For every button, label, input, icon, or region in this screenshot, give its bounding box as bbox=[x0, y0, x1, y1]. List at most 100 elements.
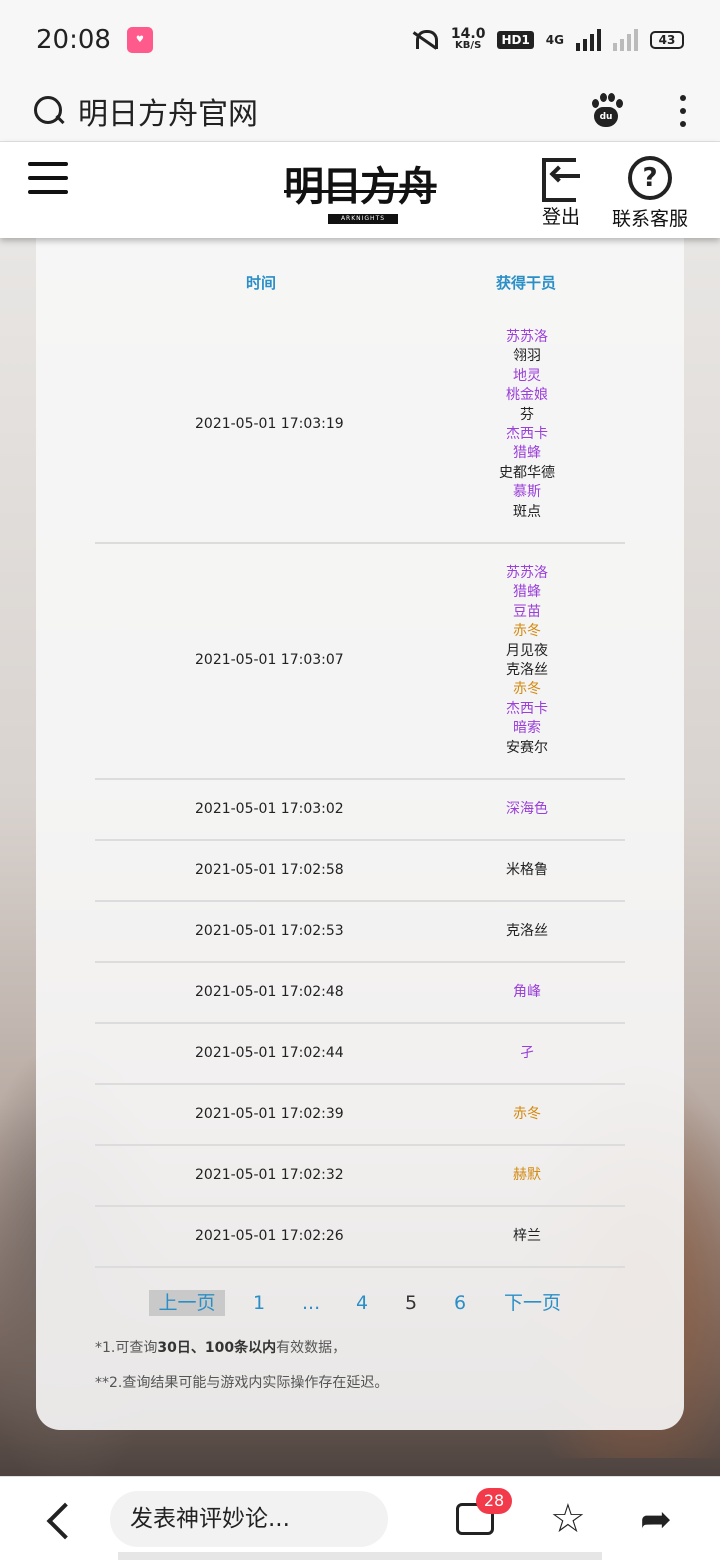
row-time: 2021-05-01 17:02:48 bbox=[195, 983, 344, 1000]
back-icon[interactable] bbox=[44, 1503, 72, 1539]
signal-strong-icon bbox=[576, 29, 601, 51]
row-operators: 深海色 bbox=[477, 800, 577, 819]
table-row: 2021-05-01 17:02:58 米格鲁 bbox=[95, 841, 625, 902]
note-1: *1.可查询30日、100条以内有效数据， bbox=[95, 1337, 346, 1357]
row-operators: 梓兰 bbox=[477, 1227, 577, 1246]
logout-button[interactable]: 登出 bbox=[540, 156, 582, 229]
operator-name: 赤冬 bbox=[513, 681, 541, 698]
signal-weak-icon bbox=[613, 29, 638, 51]
row-operators: 赤冬 bbox=[477, 1105, 577, 1124]
operator-name: 猎蜂 bbox=[513, 445, 541, 462]
operator-name: 猎蜂 bbox=[513, 584, 541, 601]
table-row: 2021-05-01 17:02:26 梓兰 bbox=[95, 1207, 625, 1268]
row-time: 2021-05-01 17:02:39 bbox=[195, 1105, 344, 1122]
page-4-link[interactable]: 4 bbox=[356, 1290, 368, 1316]
table-row: 2021-05-01 17:03:02 深海色 bbox=[95, 780, 625, 841]
logout-icon bbox=[540, 156, 582, 202]
operator-name: 深海色 bbox=[506, 800, 548, 817]
note-1-prefix: *1.可查询 bbox=[95, 1340, 158, 1356]
operator-name: 豆苗 bbox=[513, 603, 541, 620]
table-row: 2021-05-01 17:03:07 苏苏洛 猎蜂 豆苗 赤冬 月见夜 克洛丝 赤冬 杰西卡暗… bbox=[95, 544, 625, 780]
operator-name: 赤冬 bbox=[513, 623, 541, 640]
row-time: 2021-05-01 17:02:53 bbox=[195, 922, 344, 939]
help-icon: ? bbox=[628, 156, 672, 200]
column-header-operators: 获得干员 bbox=[496, 274, 557, 292]
prev-page-button[interactable]: 上一页 bbox=[149, 1290, 225, 1316]
status-time: 20:08 bbox=[36, 25, 111, 55]
net-speed: 14.0 KB/S bbox=[451, 27, 486, 52]
operator-name: 芬 bbox=[520, 406, 534, 423]
search-icon[interactable] bbox=[32, 94, 66, 128]
hd-badge: HD1 bbox=[497, 31, 534, 49]
row-operators: 孑 bbox=[477, 1044, 577, 1063]
row-operators: 米格鲁 bbox=[477, 861, 577, 880]
operator-name: 克洛丝 bbox=[506, 922, 548, 939]
operator-name: 赤冬 bbox=[513, 1105, 541, 1122]
battery-icon: 43 bbox=[650, 31, 684, 49]
row-time: 2021-05-01 17:02:58 bbox=[195, 861, 344, 878]
operator-name: 角峰 bbox=[513, 983, 541, 1000]
browser-search-bar[interactable]: 明日方舟官网 du bbox=[0, 80, 720, 142]
site-header: 明日方舟 ARKNIGHTS 登出 ? 联系客服 bbox=[0, 142, 720, 238]
operator-name: 赫默 bbox=[513, 1166, 541, 1183]
browser-bottom-bar: 发表神评妙论... ☆ ➦ bbox=[0, 1476, 720, 1560]
share-icon[interactable]: ➦ bbox=[640, 1497, 672, 1541]
operator-name: 地灵 bbox=[513, 367, 541, 384]
operator-name: 梓兰 bbox=[513, 1227, 541, 1244]
operator-name: 米格鲁 bbox=[506, 861, 548, 878]
app-notification-icon: ♥ bbox=[126, 27, 153, 53]
support-label: 联系客服 bbox=[612, 208, 689, 230]
mute-bell-icon bbox=[409, 28, 439, 52]
search-query[interactable]: 明日方舟官网 bbox=[78, 89, 258, 133]
table-row: 2021-05-01 17:02:53 克洛丝 bbox=[95, 902, 625, 963]
row-operators: 克洛丝 bbox=[477, 922, 577, 941]
logout-label: 登出 bbox=[541, 206, 580, 228]
operator-name: 桃金娘 bbox=[506, 387, 548, 404]
star-icon[interactable]: ☆ bbox=[550, 1497, 586, 1541]
operator-name: 安赛尔 bbox=[506, 739, 548, 756]
status-icons: 14.0 KB/S HD1 4G 43 bbox=[409, 27, 684, 52]
next-page-button[interactable]: 下一页 bbox=[504, 1290, 561, 1316]
support-button[interactable]: ? 联系客服 bbox=[612, 156, 688, 231]
column-header-time: 时间 bbox=[246, 274, 277, 292]
table-row: 2021-05-01 17:02:48 角峰 bbox=[95, 963, 625, 1024]
comment-input[interactable]: 发表神评妙论... bbox=[110, 1491, 388, 1547]
home-indicator bbox=[118, 1552, 602, 1560]
row-time: 2021-05-01 17:03:07 bbox=[195, 652, 344, 668]
table-row: 2021-05-01 17:02:39 赤冬 bbox=[95, 1085, 625, 1146]
row-time: 2021-05-01 17:03:19 bbox=[195, 416, 344, 432]
operator-name: 翎羽 bbox=[513, 348, 541, 365]
table-row: 2021-05-01 17:02:44 孑 bbox=[95, 1024, 625, 1085]
baidu-icon[interactable]: du bbox=[588, 92, 624, 129]
arknights-logo[interactable]: 明日方舟 ARKNIGHTS bbox=[284, 154, 438, 226]
row-time: 2021-05-01 17:03:02 bbox=[195, 800, 344, 817]
logo-text: 明日方舟 bbox=[284, 163, 438, 210]
hamburger-menu-icon[interactable] bbox=[28, 162, 68, 194]
operator-name: 月见夜 bbox=[506, 642, 548, 659]
page-ellipsis: ... bbox=[302, 1292, 321, 1314]
operator-name: 史都华德 bbox=[499, 464, 555, 481]
row-operators: 角峰 bbox=[477, 983, 577, 1002]
note-2: **2.查询结果可能与游戏内实际操作存在延迟。 bbox=[95, 1375, 389, 1391]
status-bar: 20:08 ♥ 14.0 KB/S HD1 4G 43 bbox=[0, 0, 720, 80]
page-1-link[interactable]: 1 bbox=[253, 1290, 265, 1316]
more-options-icon[interactable] bbox=[680, 94, 688, 127]
page-6-link[interactable]: 6 bbox=[454, 1290, 466, 1316]
row-time: 2021-05-01 17:02:32 bbox=[195, 1166, 344, 1183]
operator-name: 孑 bbox=[520, 1044, 534, 1061]
table-row: 2021-05-01 17:02:32 赫默 bbox=[95, 1146, 625, 1207]
row-operators: 苏苏洛 猎蜂 豆苗 赤冬 月见夜 克洛丝 赤冬 杰西卡 暗索 安赛尔 bbox=[477, 564, 577, 758]
operator-name: 杰西卡 bbox=[506, 426, 548, 443]
note-1-suffix: 有效数据， bbox=[276, 1340, 347, 1356]
note-1-bold: 30日、100条以内 bbox=[157, 1340, 277, 1356]
operator-name: 苏苏洛 bbox=[506, 329, 548, 345]
operator-name: 斑点 bbox=[513, 503, 541, 520]
row-time: 2021-05-01 17:02:44 bbox=[195, 1044, 344, 1061]
comment-count-badge: 28 bbox=[476, 1488, 512, 1514]
row-operators: 赫默 bbox=[477, 1166, 577, 1185]
signal-label: 4G bbox=[545, 33, 564, 47]
table-row: 2021-05-01 17:03:19 苏苏洛 翎羽 地灵 桃金娘芬杰西卡 猎蜂 史都华德慕… bbox=[95, 308, 625, 544]
net-speed-unit: KB/S bbox=[455, 40, 482, 51]
operator-name: 克洛丝 bbox=[506, 662, 548, 679]
row-operators: 苏苏洛 翎羽 地灵 桃金娘芬杰西卡 猎蜂 史都华德 慕斯 斑点 bbox=[477, 328, 577, 522]
